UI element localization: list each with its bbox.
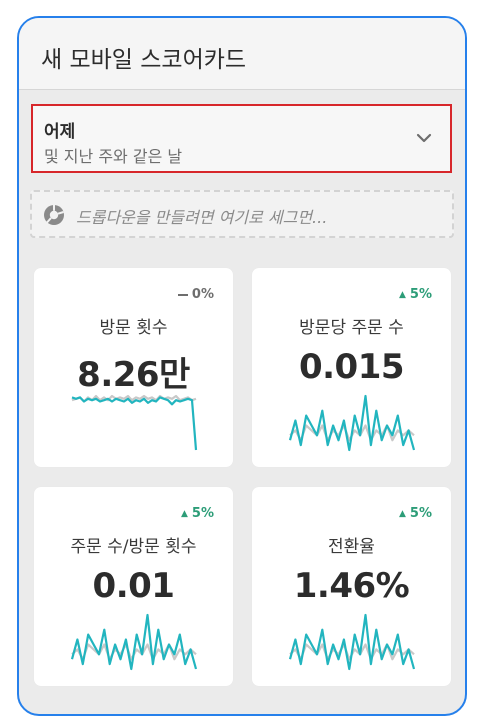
metric-delta: ▲ 5% [181, 506, 214, 521]
date-range-label: 어제 [44, 122, 76, 142]
metric-name: 방문 횟수 [99, 318, 168, 338]
page-title: 새 모바일 스코어카드 [41, 47, 247, 73]
metric-card[interactable]: ▲ 5% 전환율 1.46% [252, 487, 451, 686]
sparkline [288, 613, 416, 671]
trend-up-icon: ▲ [399, 508, 406, 519]
metric-card[interactable]: ▲ 5% 방문당 주문 수 0.015 [252, 268, 451, 467]
date-range-comparison: 및 지난 주와 같은 날 [44, 147, 183, 166]
metric-delta-value: 5% [191, 506, 214, 521]
trend-up-icon: ▲ [181, 508, 188, 519]
sparkline-current [71, 396, 198, 451]
metric-delta-value: 5% [409, 287, 432, 302]
segment-dropzone[interactable]: 드롭다운을 만들려면 여기로 세그먼... [30, 190, 454, 238]
metric-value: 0.015 [298, 347, 405, 387]
metric-value: 0.01 [92, 566, 175, 606]
sparkline-current [288, 394, 416, 452]
sparkline [70, 613, 198, 671]
metric-value: 1.46% [293, 566, 410, 606]
chevron-down-icon [416, 133, 432, 143]
metric-delta-value: 5% [409, 506, 432, 521]
header: 새 모바일 스코어카드 [19, 18, 465, 90]
sparkline-current [70, 613, 198, 671]
trend-flat-icon [177, 293, 188, 296]
dropzone-placeholder: 드롭다운을 만들려면 여기로 세그먼... [76, 208, 328, 227]
metric-delta: ▲ 5% [399, 506, 432, 521]
segment-icon [44, 205, 64, 225]
metric-card[interactable]: 0% 방문 횟수 8.26만 [34, 268, 233, 467]
metric-delta: ▲ 5% [399, 287, 432, 302]
metric-delta: 0% [177, 287, 214, 302]
scorecard-panel: 새 모바일 스코어카드 어제 및 지난 주와 같은 날 드롭다운을 만들려면 여… [17, 16, 467, 716]
date-range-dropdown[interactable]: 어제 및 지난 주와 같은 날 [31, 104, 452, 173]
metric-name: 방문당 주문 수 [299, 318, 404, 338]
sparkline [71, 394, 198, 451]
metric-name: 전환율 [328, 537, 375, 557]
sparkline-current [288, 613, 416, 671]
metric-delta-value: 0% [191, 287, 214, 302]
sparkline [288, 394, 416, 452]
metric-card[interactable]: ▲ 5% 주문 수/방문 횟수 0.01 [34, 487, 233, 686]
metric-name: 주문 수/방문 횟수 [70, 537, 197, 557]
trend-up-icon: ▲ [399, 289, 406, 300]
